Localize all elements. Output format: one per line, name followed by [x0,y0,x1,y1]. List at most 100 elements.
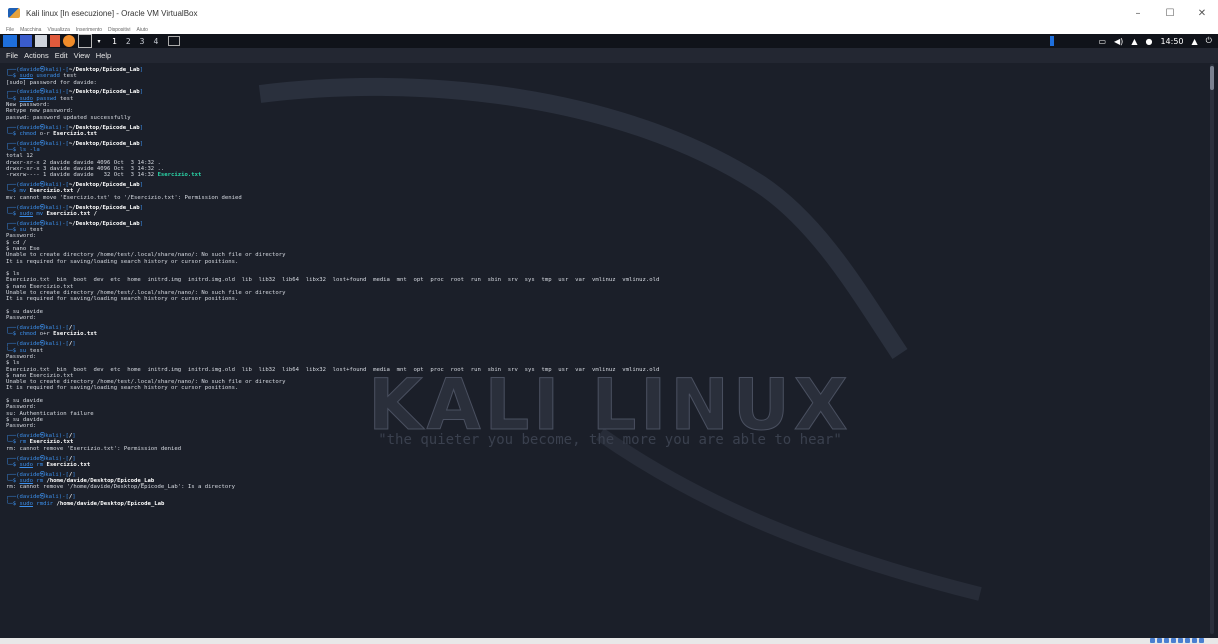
host-menu-machine[interactable]: Macchina [20,26,41,34]
prompt-bracket: ] [139,204,143,211]
prompt-bracket: ] [72,494,76,501]
files-icon[interactable] [35,35,47,47]
command-token: rmdir [32,500,54,507]
prompt-symbol: └─$ [6,331,20,338]
volume-icon[interactable]: ◀) [1114,37,1123,46]
usb-icon[interactable] [1164,638,1169,643]
prompt-symbol: └─$ [6,210,20,217]
command-token: sudo [19,95,33,102]
prompt-user: ┌──(davide㉿kali)-[ [6,455,69,462]
host-titlebar: Kali linux [In esecuzione] - Oracle VM V… [0,0,1218,26]
workspace-4[interactable]: 4 [153,37,158,46]
output-text: $ ls [6,360,20,367]
host-menu-devices[interactable]: Dispositivi [108,26,131,34]
clock[interactable]: 14:50 [1160,37,1183,46]
output-text: Esercizio.txt bin boot dev etc home init… [6,366,660,373]
output-text: Retype new password: [6,108,74,115]
output-text: It is required for saving/loading search… [6,258,239,265]
optical-icon[interactable] [1157,638,1162,643]
prompt-user: ┌──(davide㉿kali)-[ [6,89,69,96]
host-status-icons [1150,638,1204,644]
output-text: It is required for saving/loading search… [6,296,239,303]
command-token: /home/davide/Desktop/Epicode_Lab [43,478,155,485]
system-tray: ▭ ◀) ▲ ● 14:50 ▲ ⏻ [1050,34,1212,48]
logout-icon[interactable]: ⏻ [1206,36,1212,46]
command-token: sudo [19,73,33,80]
host-menu-view[interactable]: Visualizza [47,26,69,34]
host-menubar: File Macchina Visualizza Inserimento Dis… [0,26,1218,34]
command-token: test [59,73,77,80]
prompt-bracket: ] [139,220,143,227]
menu-file[interactable]: File [6,51,18,60]
prompt-symbol: └─$ [6,439,20,446]
host-menu-input[interactable]: Inserimento [76,26,102,34]
output-text: $ nano Esercizio.txt [6,372,74,379]
notification-bell-icon[interactable]: ▲ [1131,37,1137,46]
display-icon[interactable]: ▭ [1098,37,1106,46]
editor-icon[interactable] [50,35,60,47]
close-button[interactable]: ✕ [1186,0,1218,26]
prompt-bracket: ] [139,182,143,189]
workspace-1[interactable]: 1 [112,37,117,46]
output-text: Unable to create directory /home/test/.l… [6,379,286,386]
mouse-integration-icon[interactable] [1199,638,1204,643]
prompt-user: ┌──(davide㉿kali)-[ [6,220,69,227]
network-icon[interactable] [1171,638,1176,643]
command-token: chmod [19,331,37,338]
command-token: sudo [19,461,33,468]
hdd-icon[interactable] [1150,638,1155,643]
prompt-symbol: └─$ [6,147,20,154]
cpu-graph [1050,36,1091,46]
command-token: -la [26,147,40,154]
prompt-user: ┌──(davide㉿kali)-[ [6,471,69,478]
prompt-symbol: └─$ [6,227,20,234]
recording-icon[interactable] [1192,638,1197,643]
maximize-button[interactable]: ☐ [1154,0,1186,26]
chevron-down-icon[interactable]: ▾ [95,35,103,47]
prompt-symbol: └─$ [6,73,20,80]
command-token: o-r [36,130,54,137]
minimize-button[interactable]: – [1122,0,1154,26]
command-token: useradd [32,73,60,80]
firefox-icon[interactable] [63,35,75,47]
prompt-bracket: ] [139,89,143,96]
prompt-user: ┌──(davide㉿kali)-[ [6,204,69,211]
menu-help[interactable]: Help [96,51,111,60]
scrollbar[interactable] [1210,64,1214,634]
window-button-icon[interactable] [168,36,181,46]
output-text: drwxr-xr-x 3 davide davide 4096 Oct 3 14… [6,165,165,172]
host-statusbar [0,638,1218,644]
host-menu-help[interactable]: Aiuto [137,26,148,34]
output-text: su: Authentication failure [6,410,94,417]
desktop-icon[interactable] [20,35,32,47]
terminal-output[interactable]: ┌──(davide㉿kali)-[ ~/Desktop/Epicode_Lab]… [6,67,1202,635]
menu-edit[interactable]: Edit [55,51,68,60]
host-menu-file[interactable]: File [6,26,14,34]
prompt-path: ~/Desktop/Epicode_Lab [68,124,140,131]
output-text: It is required for saving/loading search… [6,385,239,392]
output-text: Password: [6,353,37,360]
output-text: Password: [6,315,37,322]
command-token: Esercizio.txt [53,331,97,338]
menu-view[interactable]: View [74,51,90,60]
output-text: New password: [6,102,50,109]
scrollbar-thumb[interactable] [1210,66,1214,90]
display-status-icon[interactable] [1185,638,1190,643]
prompt-user: ┌──(davide㉿kali)-[ [6,494,69,501]
command-token: test [26,227,44,234]
prompt-bracket: ] [72,455,76,462]
workspace-2[interactable]: 2 [126,37,131,46]
output-text: mv: cannot move 'Esercizio.txt' to '/Ese… [6,194,242,201]
terminal-icon[interactable] [78,34,92,48]
menu-actions[interactable]: Actions [24,51,49,60]
output-text: rm: cannot remove '/home/davide/Desktop/… [6,484,236,491]
command-token: o+r [36,331,54,338]
lock-icon[interactable]: ▲ [1192,37,1198,46]
prompt-bracket: ] [139,67,143,73]
command-token: sudo [19,500,33,507]
shared-folder-icon[interactable] [1178,638,1183,643]
top-panel: ▾ 1 2 3 4 ▭ ◀) ▲ ● 14:50 ▲ ⏻ [0,34,1218,48]
command-token: rm [32,478,44,485]
workspace-3[interactable]: 3 [140,37,145,46]
kali-menu-icon[interactable] [3,35,17,47]
